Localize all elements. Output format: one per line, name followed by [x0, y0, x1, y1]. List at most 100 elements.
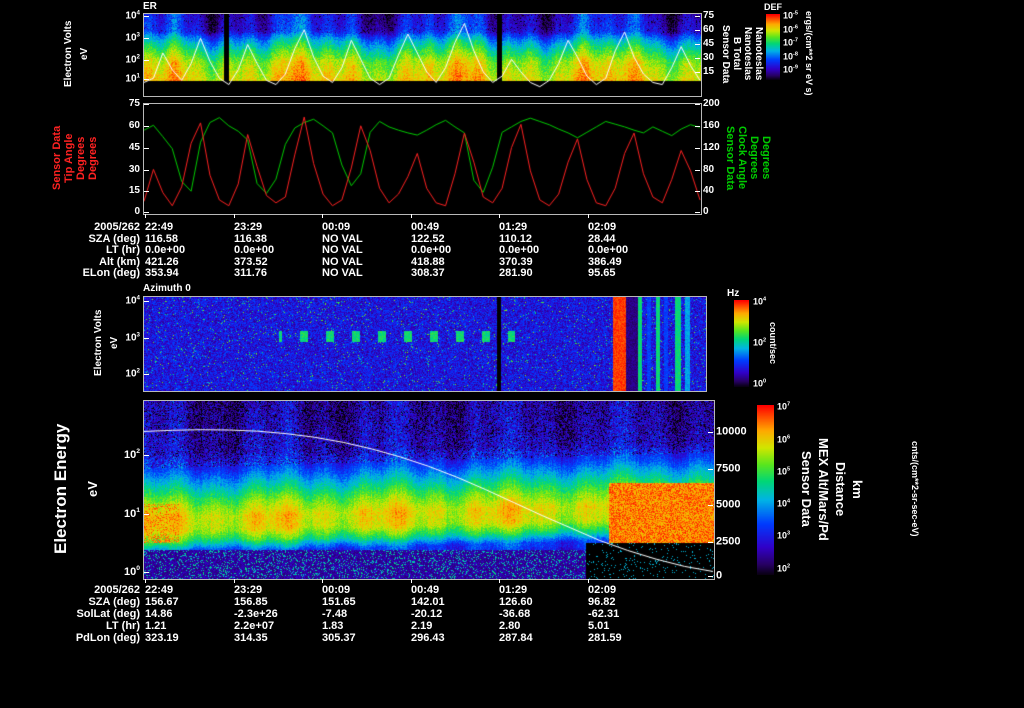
tip-label-degrees-1: Degrees — [75, 136, 87, 180]
az-y-tick-1: 103 — [125, 331, 140, 344]
en-cb-tick-1: 106 — [777, 434, 791, 445]
en-y-tick-mark-2 — [144, 572, 149, 573]
ephem1-row-label-2: LT (hr) — [105, 244, 140, 256]
energy-right-label-km: km — [850, 479, 865, 499]
er-bt-tick-mark-4 — [695, 72, 700, 73]
en-cb-tick-4: 103 — [777, 530, 791, 541]
alt-tick-2: 5000 — [716, 498, 741, 511]
en-cb-tick-3: 104 — [777, 498, 791, 509]
alt-tick-4: 0 — [716, 569, 723, 582]
er-bt-tick-0: 75 — [703, 10, 715, 21]
ephem1-cell-4-2: NO VAL — [322, 267, 363, 279]
azimuth-ylabel-electron-volts: Electron Volts — [93, 309, 104, 377]
er-cb-tick-2: 10-7 — [783, 37, 798, 48]
ephem2-cell-0-0: 22:49 — [145, 584, 174, 596]
er-bt-tick-mark-3 — [695, 58, 700, 59]
ephem2-cell-1-3: 142.01 — [411, 596, 445, 608]
er-bt-tick-4: 15 — [703, 66, 715, 77]
er-right-label-sensor-data: Sensor Data — [720, 24, 731, 84]
er-y-tick-0: 104 — [125, 9, 140, 22]
clock-tick-mark-0 — [695, 104, 700, 105]
alt-tick-mark-2 — [708, 505, 713, 506]
ephem2-cell-1-2: 151.65 — [322, 596, 356, 608]
er-spectrogram-canvas — [143, 13, 702, 97]
clock-tick-mark-4 — [695, 191, 700, 192]
clock-tick-mark-1 — [695, 126, 700, 127]
er-colorbar — [766, 14, 780, 80]
ephem2-cell-0-1: 23:29 — [234, 584, 263, 596]
azimuth-colorbar-unit: count/sec — [768, 321, 778, 364]
energy-x-tick-2 — [322, 579, 323, 583]
ephem2-cell-4-2: 305.37 — [322, 632, 356, 644]
tip-tick-3: 30 — [128, 164, 140, 175]
azimuth-spectrogram-canvas — [143, 296, 707, 392]
er-right-label-nanoteslas-1: Nanoteslas — [742, 27, 753, 81]
ephem1-row-label-4: ELon (deg) — [82, 267, 140, 279]
clock-tick-mark-2 — [695, 148, 700, 149]
ephem1-cell-4-4: 281.90 — [499, 267, 533, 279]
er-bt-tick-mark-2 — [695, 44, 700, 45]
ephem2-row-label-1: SZA (deg) — [88, 596, 140, 608]
clock-tick-mark-3 — [695, 170, 700, 171]
ephem1-row-label-0: 2005/262 — [94, 221, 140, 233]
energy-x-tick-5 — [588, 579, 589, 583]
clock-label-sensor-data: Sensor Data — [724, 125, 736, 191]
tip-tick-2: 45 — [128, 142, 140, 153]
er-right-label-b-total: B Total — [731, 37, 742, 71]
ephem2-cell-1-0: 156.67 — [145, 596, 179, 608]
clock-tick-mark-5 — [695, 212, 700, 213]
energy-right-label-distance: Distance — [833, 461, 848, 517]
alt-tick-3: 2500 — [716, 535, 741, 548]
tip-label-tip-angle: Tip Angle — [63, 133, 75, 183]
angles-x-tick-3 — [411, 214, 412, 218]
az-y-tick-mark-0 — [144, 301, 149, 302]
angles-plot-canvas — [143, 103, 702, 215]
clock-label-clock-angle: Clock Angle — [736, 126, 748, 190]
ephem2-cell-1-4: 126.60 — [499, 596, 533, 608]
energy-x-tick-4 — [499, 579, 500, 583]
ephem1-cell-4-3: 308.37 — [411, 267, 445, 279]
ephem1-cell-2-5: 0.0e+00 — [588, 244, 629, 256]
er-bt-tick-3: 30 — [703, 52, 715, 63]
ephem2-cell-2-1: -2.3e+26 — [234, 608, 278, 620]
energy-ylabel-ev: eV — [85, 481, 100, 497]
ephem2-cell-4-3: 296.43 — [411, 632, 445, 644]
ephem2-cell-2-0: 14.86 — [145, 608, 173, 620]
ephem2-cell-2-3: -20.12 — [411, 608, 443, 620]
angles-x-tick-4 — [499, 214, 500, 218]
energy-colorbar — [757, 405, 774, 575]
azimuth-ylabel-ev: eV — [109, 336, 120, 350]
azimuth-panel-title: Azimuth 0 — [143, 283, 191, 294]
en-cb-tick-2: 105 — [777, 466, 791, 477]
clock-tick-3: 80 — [703, 164, 715, 175]
angles-x-tick-0 — [145, 214, 146, 218]
er-cb-tick-4: 10-9 — [783, 64, 798, 75]
ephem1-cell-4-5: 95.65 — [588, 267, 616, 279]
tip-tick-1: 60 — [128, 120, 140, 131]
er-y-tick-mark-1 — [144, 38, 149, 39]
energy-right-label-sensor-data: Sensor Data — [799, 451, 814, 527]
ephem2-cell-0-3: 00:49 — [411, 584, 440, 596]
er-bt-tick-mark-0 — [695, 16, 700, 17]
en-cb-tick-5: 102 — [777, 563, 791, 574]
er-ylabel-ev: eV — [79, 47, 90, 61]
ephem1-cell-2-3: 0.0e+00 — [411, 244, 452, 256]
angles-x-tick-2 — [322, 214, 323, 218]
ephem1-cell-2-1: 0.0e+00 — [234, 244, 275, 256]
er-y-tick-mark-2 — [144, 60, 149, 61]
ephem2-cell-3-0: 1.21 — [145, 620, 167, 632]
er-bt-tick-2: 45 — [703, 38, 715, 49]
er-bt-tick-1: 60 — [703, 24, 715, 35]
clock-tick-2: 120 — [703, 142, 720, 153]
er-colorbar-title: DEF — [764, 2, 782, 12]
ephem1-cell-4-0: 353.94 — [145, 267, 179, 279]
tip-tick-mark-0 — [144, 104, 149, 105]
tip-tick-mark-2 — [144, 148, 149, 149]
tip-label-sensor-data: Sensor Data — [51, 125, 63, 191]
plot-window: ER Electron Volts eV Sensor Data B Total… — [0, 0, 1024, 708]
ephem1-cell-2-4: 0.0e+00 — [499, 244, 540, 256]
az-cb-tick-1: 102 — [753, 337, 767, 348]
er-cb-tick-1: 10-6 — [783, 24, 798, 35]
ephem1-cell-2-2: NO VAL — [322, 244, 363, 256]
ephem2-cell-0-5: 02:09 — [588, 584, 617, 596]
